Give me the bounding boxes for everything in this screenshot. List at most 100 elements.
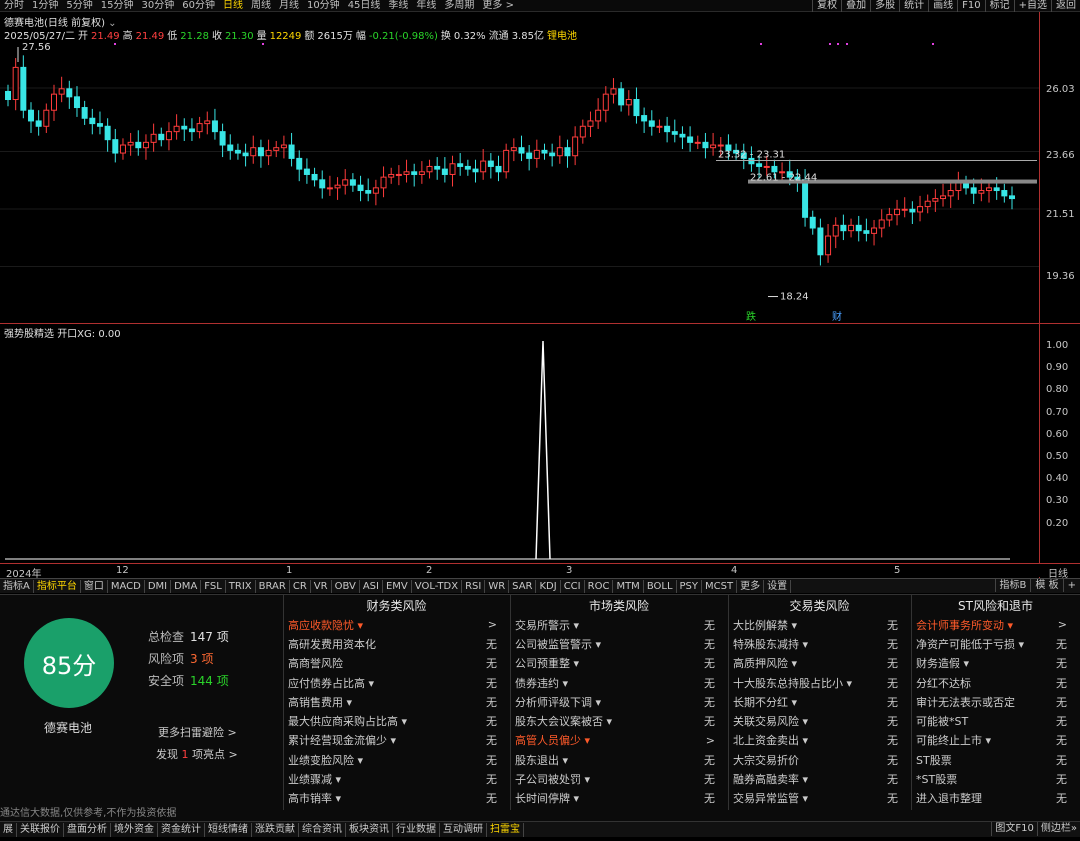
- risk-row[interactable]: 会计师事务所变动 ▾ >: [912, 615, 1079, 634]
- risk-row[interactable]: ST股票 无: [912, 750, 1079, 769]
- period-tab[interactable]: 多周期: [440, 0, 478, 12]
- indicator-tab[interactable]: ASI: [360, 579, 383, 593]
- indicator-tab[interactable]: MTM: [613, 579, 644, 593]
- indicator-tab[interactable]: MCST: [702, 579, 738, 593]
- risk-row[interactable]: 累计经营现金流偏少 ▾ 无: [284, 731, 509, 750]
- risk-row[interactable]: 分析师评级下调 ▾ 无: [511, 692, 727, 711]
- bottom-tab[interactable]: 盘面分析: [64, 822, 111, 837]
- risk-row[interactable]: 大宗交易折价 无: [729, 750, 910, 769]
- risk-row[interactable]: 交易异常监管 ▾ 无: [729, 789, 910, 808]
- indicator-tab[interactable]: MACD: [108, 579, 145, 593]
- risk-row[interactable]: 十大股东总持股占比小 ▾ 无: [729, 673, 910, 692]
- more-scan-link[interactable]: 更多扫雷避险 >: [158, 724, 237, 740]
- bottom-tab[interactable]: 境外资金: [111, 822, 158, 837]
- risk-row[interactable]: 融券高融卖率 ▾ 无: [729, 769, 910, 788]
- indicator-tab[interactable]: EMV: [383, 579, 412, 593]
- chart-tool-button[interactable]: F10: [957, 0, 984, 12]
- indicator-tab[interactable]: SAR: [509, 579, 537, 593]
- risk-row[interactable]: 北上资金卖出 ▾ 无: [729, 731, 910, 750]
- period-tab[interactable]: 1分钟: [28, 0, 62, 12]
- bottom-tab[interactable]: 短线情绪: [205, 822, 252, 837]
- period-tab[interactable]: 30分钟: [137, 0, 178, 12]
- bottom-tab-right[interactable]: 侧边栏»: [1036, 822, 1080, 836]
- chart-tool-button[interactable]: 标记: [984, 0, 1014, 12]
- chart-tool-button[interactable]: 返回: [1051, 0, 1080, 12]
- risk-row[interactable]: 公司预重整 ▾ 无: [511, 654, 727, 673]
- indicator-tab[interactable]: TRIX: [226, 579, 256, 593]
- risk-row[interactable]: 可能终止上市 ▾ 无: [912, 731, 1079, 750]
- indicator-tab[interactable]: KDJ: [536, 579, 561, 593]
- risk-row[interactable]: 子公司被处罚 ▾ 无: [511, 769, 727, 788]
- period-tab[interactable]: 分时: [0, 0, 28, 12]
- period-tab[interactable]: 5分钟: [62, 0, 96, 12]
- period-tab[interactable]: 更多 >: [478, 0, 518, 12]
- risk-row[interactable]: 高市销率 ▾ 无: [284, 789, 509, 808]
- bottom-tab[interactable]: 综合资讯: [299, 822, 346, 837]
- indicator-tab[interactable]: 指标平台: [34, 579, 81, 593]
- risk-row[interactable]: 长时间停牌 ▾ 无: [511, 789, 727, 808]
- risk-row[interactable]: 财务造假 ▾ 无: [912, 654, 1079, 673]
- indicator-tab[interactable]: BOLL: [644, 579, 677, 593]
- indicator-tab[interactable]: OBV: [332, 579, 360, 593]
- risk-row[interactable]: 高销售费用 ▾ 无: [284, 692, 509, 711]
- bottom-tab[interactable]: 涨跌贡献: [252, 822, 299, 837]
- indicator-tab[interactable]: CCI: [561, 579, 585, 593]
- risk-row[interactable]: 业绩骤减 ▾ 无: [284, 769, 509, 788]
- period-tab[interactable]: 45日线: [344, 0, 385, 12]
- risk-row[interactable]: 股东大会议案被否 ▾ 无: [511, 711, 727, 730]
- risk-row[interactable]: 特殊股东减持 ▾ 无: [729, 634, 910, 653]
- indicator-tab[interactable]: 设置: [764, 579, 792, 593]
- risk-row[interactable]: 业绩变脸风险 ▾ 无: [284, 750, 509, 769]
- indicator-tab[interactable]: BRAR: [256, 579, 290, 593]
- indicator-tab[interactable]: DMA: [171, 579, 202, 593]
- bottom-tab[interactable]: 互动调研: [440, 822, 487, 837]
- indicator-tab[interactable]: 更多: [737, 579, 765, 593]
- risk-row[interactable]: 应付债券占比高 ▾ 无: [284, 673, 509, 692]
- indicator-chart[interactable]: [0, 335, 1039, 562]
- indicator-tab[interactable]: PSY: [677, 579, 703, 593]
- risk-row[interactable]: 高质押风险 ▾ 无: [729, 654, 910, 673]
- period-tab[interactable]: 年线: [412, 0, 440, 12]
- period-tab[interactable]: 15分钟: [97, 0, 138, 12]
- bottom-tab[interactable]: 扫雷宝: [487, 822, 524, 837]
- risk-row[interactable]: 净资产可能低于亏损 ▾ 无: [912, 634, 1079, 653]
- bottom-tab[interactable]: 板块资讯: [346, 822, 393, 837]
- period-tab[interactable]: 周线: [247, 0, 275, 12]
- chart-tool-button[interactable]: 统计: [899, 0, 928, 12]
- risk-row[interactable]: 长期不分红 ▾ 无: [729, 692, 910, 711]
- period-tab[interactable]: 60分钟: [178, 0, 219, 12]
- risk-row[interactable]: 债券违约 ▾ 无: [511, 673, 727, 692]
- bottom-tab[interactable]: 行业数据: [393, 822, 440, 837]
- chart-tool-button[interactable]: +自选: [1013, 0, 1051, 12]
- indicator-tab[interactable]: 窗口: [81, 579, 108, 593]
- risk-row[interactable]: *ST股票 无: [912, 769, 1079, 788]
- indicator-tab-right[interactable]: 指标B: [994, 579, 1031, 592]
- risk-row[interactable]: 高管人员偏少 ▾ >: [511, 731, 727, 750]
- indicator-tab[interactable]: WR: [485, 579, 510, 593]
- indicator-tab[interactable]: 指标A: [0, 579, 34, 593]
- risk-row[interactable]: 高研发费用资本化 无: [284, 634, 509, 653]
- chart-tool-button[interactable]: 叠加: [841, 0, 870, 12]
- indicator-tab[interactable]: RSI: [462, 579, 486, 593]
- period-tab[interactable]: 10分钟: [303, 0, 344, 12]
- risk-row[interactable]: 分红不达标 无: [912, 673, 1079, 692]
- risk-row[interactable]: 最大供应商采购占比高 ▾ 无: [284, 711, 509, 730]
- period-tab[interactable]: 月线: [275, 0, 303, 12]
- bottom-tab[interactable]: 关联报价: [17, 822, 64, 837]
- indicator-tab[interactable]: CR: [290, 579, 311, 593]
- risk-row[interactable]: 公司被监管警示 ▾ 无: [511, 634, 727, 653]
- candlestick-chart[interactable]: 23.32 - 23.31 22.61 - 22.44 27.56 18.24 跌 财: [0, 40, 1039, 323]
- risk-row[interactable]: 关联交易风险 ▾ 无: [729, 711, 910, 730]
- period-tab[interactable]: 日线: [219, 0, 247, 12]
- bottom-tab[interactable]: 资金统计: [158, 822, 205, 837]
- risk-row[interactable]: 审计无法表示或否定 无: [912, 692, 1079, 711]
- indicator-tab[interactable]: VOL-TDX: [412, 579, 463, 593]
- chart-tool-button[interactable]: 复权: [812, 0, 841, 12]
- risk-row[interactable]: 股东退出 ▾ 无: [511, 750, 727, 769]
- indicator-tab-right[interactable]: 模 板: [1030, 579, 1062, 592]
- period-tab[interactable]: 季线: [384, 0, 412, 12]
- bottom-tab[interactable]: 展: [0, 822, 17, 837]
- risk-row[interactable]: 大比例解禁 ▾ 无: [729, 615, 910, 634]
- highlights-link[interactable]: 发现 1 项亮点 >: [156, 746, 238, 762]
- risk-row[interactable]: 进入退市整理 无: [912, 789, 1079, 808]
